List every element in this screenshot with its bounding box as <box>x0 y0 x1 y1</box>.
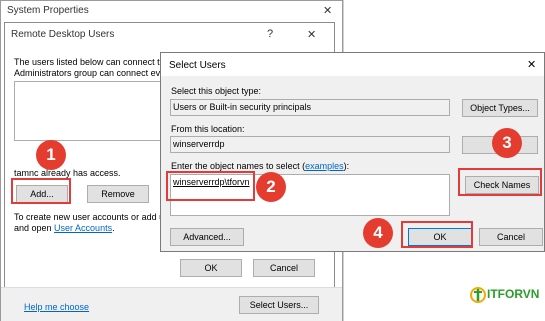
location-field: winserverrdp <box>170 136 450 153</box>
examples-link[interactable]: examples <box>305 161 344 171</box>
create-accounts-line1: To create new user accounts or add us <box>14 212 169 222</box>
object-names-label-prefix: Enter the object names to select ( <box>171 161 306 171</box>
logo-mark-icon <box>470 287 486 303</box>
step-badge-2: 2 <box>256 172 286 202</box>
access-status-text: tamnc already has access. <box>14 168 121 178</box>
create-accounts-suffix: . <box>112 223 115 233</box>
close-icon[interactable]: ✕ <box>323 4 332 17</box>
help-me-choose-link[interactable]: Help me choose <box>24 302 89 312</box>
create-accounts-prefix: and open <box>14 223 55 233</box>
object-type-label: Select this object type: <box>171 86 262 96</box>
step-badge-4: 4 <box>363 218 393 248</box>
highlight-ok-button <box>401 221 473 248</box>
select-users-dialog: Select Users ✕ Select this object type: … <box>160 52 545 252</box>
system-properties-title: System Properties <box>7 5 89 16</box>
highlight-object-names <box>166 171 255 201</box>
rdu-ok-button[interactable]: OK <box>180 259 242 277</box>
select-users-cancel-button[interactable]: Cancel <box>479 228 543 246</box>
select-users-button[interactable]: Select Users... <box>239 296 319 314</box>
object-types-button[interactable]: Object Types... <box>462 99 538 117</box>
remove-button[interactable]: Remove <box>87 185 149 203</box>
select-users-title: Select Users <box>169 60 226 71</box>
close-icon[interactable]: ✕ <box>527 58 536 71</box>
advanced-button[interactable]: Advanced... <box>170 228 244 246</box>
close-icon[interactable]: ✕ <box>307 28 316 41</box>
rdu-title: Remote Desktop Users <box>11 29 115 40</box>
user-accounts-link[interactable]: User Accounts <box>54 223 112 233</box>
step-badge-1: 1 <box>36 140 66 170</box>
rdu-description-line2: Administrators group can connect eve <box>14 68 166 78</box>
users-listbox[interactable] <box>14 81 164 141</box>
highlight-add-button <box>11 178 71 204</box>
object-type-field: Users or Built-in security principals <box>170 99 450 116</box>
create-accounts-line2: and open User Accounts. <box>14 223 115 233</box>
itforvn-logo: ITFORVN <box>470 284 542 306</box>
object-names-label: Enter the object names to select (exampl… <box>171 161 349 171</box>
logo-text: ITFORVN <box>487 287 540 301</box>
object-names-label-suffix: ): <box>343 161 350 171</box>
rdu-description-line1: The users listed below can connect to <box>14 57 165 67</box>
help-icon[interactable]: ? <box>267 28 273 40</box>
rdu-cancel-button[interactable]: Cancel <box>253 259 315 277</box>
step-badge-3: 3 <box>492 128 522 158</box>
location-label: From this location: <box>171 124 245 134</box>
highlight-check-names <box>458 168 542 196</box>
